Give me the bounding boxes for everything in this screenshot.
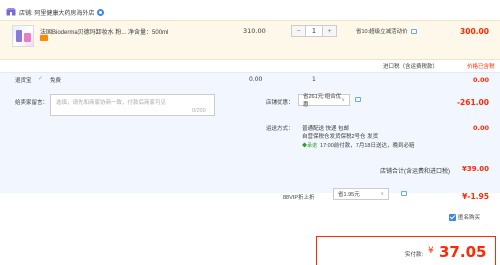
anonymous-purchase[interactable]: 匿名购买 (449, 213, 480, 221)
promise-tag: ◆承诺 (302, 142, 318, 149)
coupon-select[interactable]: 省261元:组合优惠 ∨ (298, 94, 350, 108)
quantity-stepper: − 1 + (291, 25, 337, 37)
coupon-label: 店铺优惠： (266, 100, 294, 106)
coupon-chat-icon[interactable] (355, 97, 361, 102)
cart-item-row (0, 20, 500, 60)
coupon-selected: 省261元:组合优惠 (303, 94, 342, 108)
message-char-count: 0/200 (192, 108, 206, 114)
service-price: 0.00 (249, 76, 263, 83)
checkbox-checked-icon[interactable] (449, 213, 456, 221)
shipping-eta-text: 17:00前付款，7月18日送达，晚到必赔 (320, 143, 415, 149)
promo-chat-icon[interactable] (410, 28, 417, 34)
product-badge-icon (40, 35, 48, 41)
payment-label: 实付款: (405, 252, 424, 258)
shipping-label: 运送方式： (266, 126, 294, 132)
wangwang-chat-icon[interactable] (97, 8, 105, 16)
product-thumbnail[interactable] (12, 25, 34, 47)
vip-discount-amount: ¥-1.95 (462, 192, 489, 201)
item-total: 300.00 (460, 27, 489, 36)
chevron-down-icon: ∨ (380, 191, 384, 197)
store-total-label: 店铺合计(含运费和进口税) (380, 169, 450, 175)
qty-plus-button[interactable]: + (323, 26, 336, 36)
import-tax-label: 进口税（含运费税款） (383, 64, 439, 70)
anonymous-label: 匿名购买 (458, 215, 481, 221)
vip-discount-label: 88VIP折上折 (283, 195, 315, 201)
payment-currency: ¥ (428, 246, 434, 256)
promo-info: 省10:超级立减活动价 (356, 27, 417, 35)
qty-minus-button[interactable]: − (292, 26, 305, 36)
service-name: 退货宝 (15, 78, 32, 84)
shipping-warehouse: 自营保税仓发货保税2号仓 发货 (302, 134, 379, 140)
unit-price: 310.00 (243, 27, 266, 35)
product-title[interactable]: 法国Bioderma贝德玛卸妆水 粉... 净含量：500ml (40, 27, 168, 36)
vip-discount-select[interactable]: 省1.95元 ∨ (333, 188, 389, 200)
coupon-amount: -261.00 (456, 98, 489, 107)
message-label: 给卖家留言： (15, 100, 49, 106)
store-name[interactable]: 店铺: 阿里健康大药房海外店 (19, 8, 94, 17)
tax-included-note: 价格已含税 (467, 64, 495, 70)
shipping-eta: ◆承诺 17:00前付款，7月18日送达，晚到必赔 (302, 141, 415, 150)
message-placeholder: 选填，请先和商家协商一致，付款后商家可见 (56, 100, 167, 106)
qty-input[interactable]: 1 (305, 26, 323, 36)
store-icon (6, 8, 16, 16)
service-total: 0.00 (472, 76, 489, 84)
shipping-amount: 0.00 (472, 124, 489, 132)
payment-amount: 37.05 (439, 243, 487, 261)
shipping-method: 普通配送 快递 包邮 (302, 126, 350, 132)
chevron-down-icon: ∨ (341, 97, 345, 103)
promo-text: 省10:超级立减活动价 (356, 29, 408, 35)
check-icon: ✓ (38, 76, 44, 82)
store-total-amount: ¥39.00 (461, 165, 489, 173)
store-header: 店铺: 阿里健康大药房海外店 (6, 6, 105, 18)
vip-selected: 省1.95元 (338, 192, 360, 198)
service-qty: 1 (312, 76, 316, 83)
service-free: 免费 (50, 78, 62, 84)
vip-chat-icon[interactable] (400, 191, 407, 196)
